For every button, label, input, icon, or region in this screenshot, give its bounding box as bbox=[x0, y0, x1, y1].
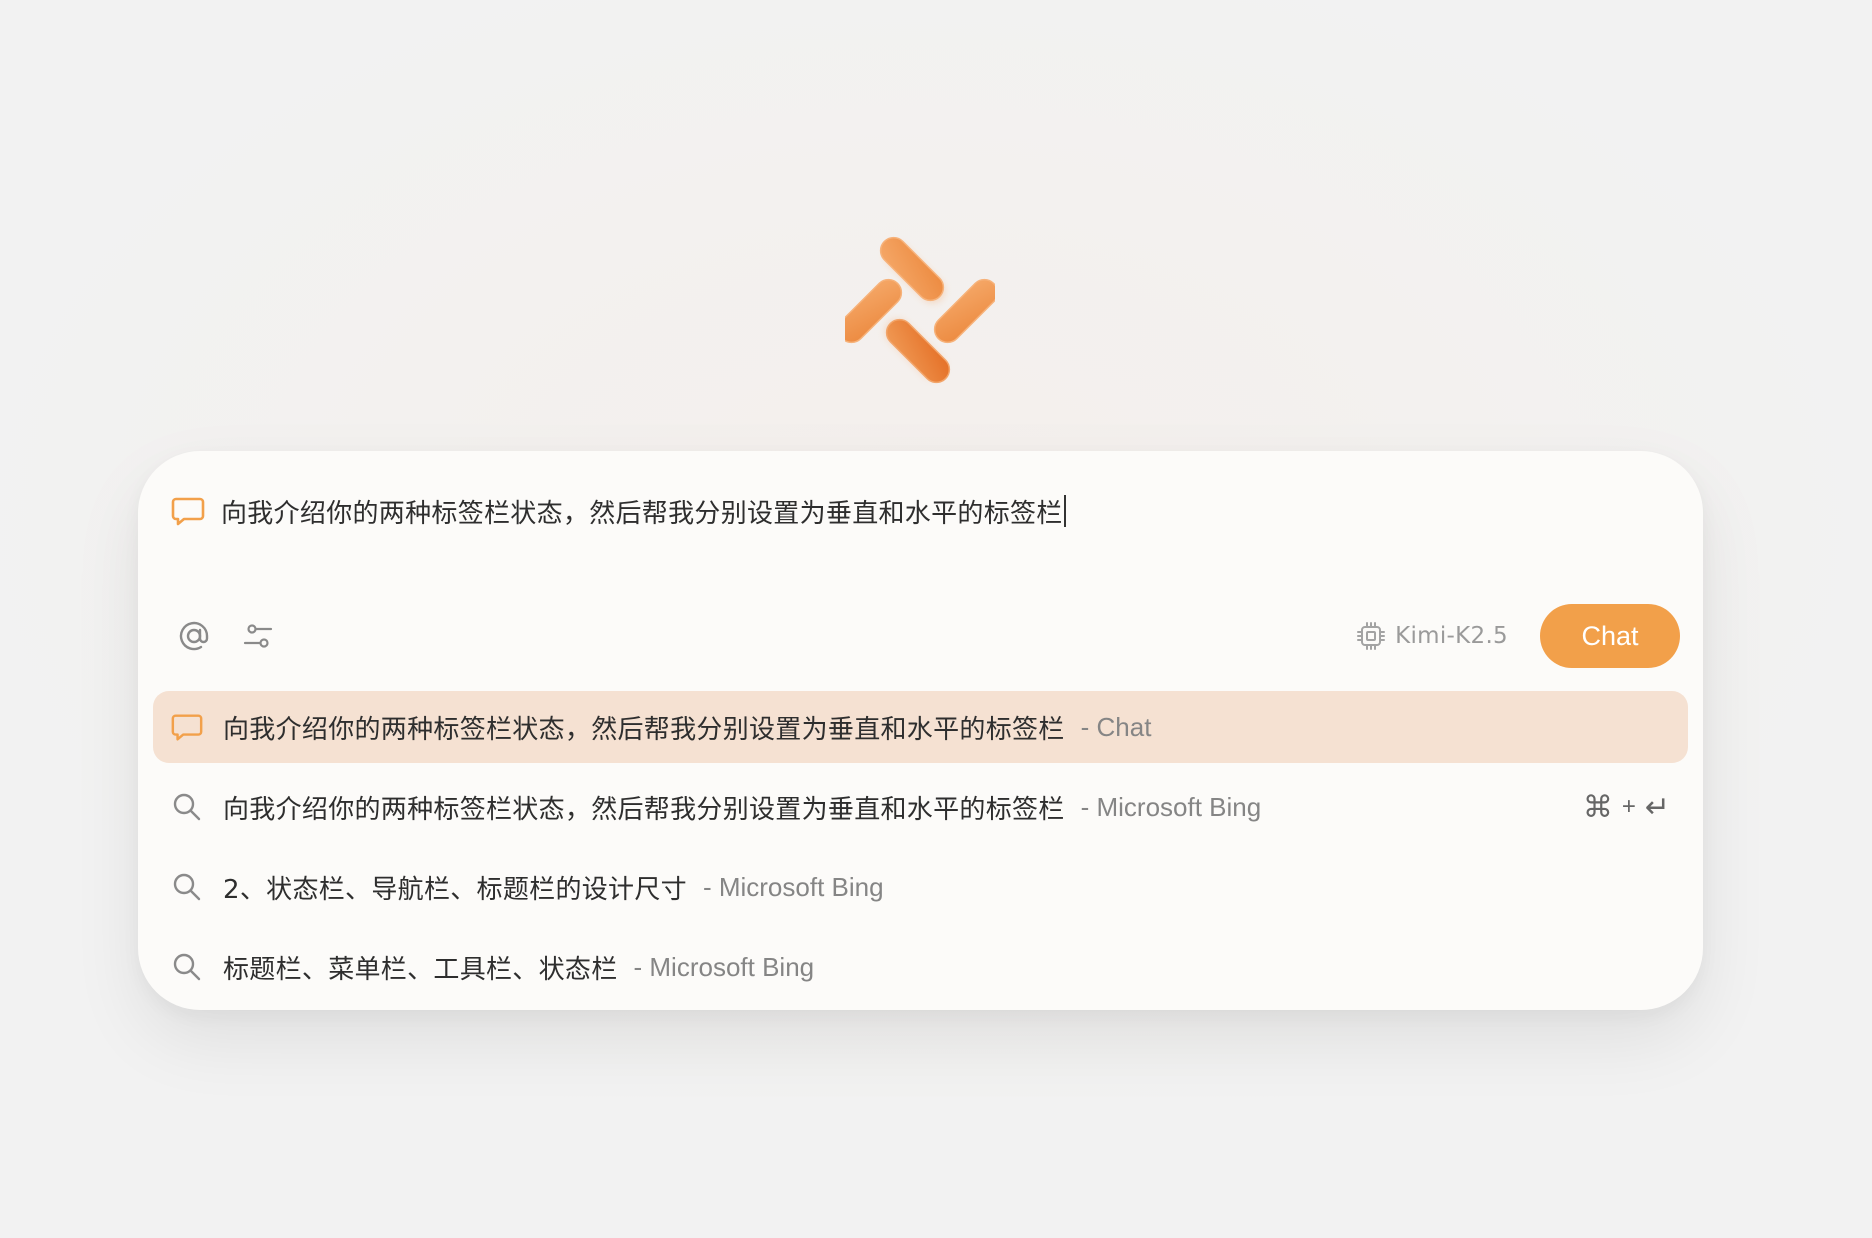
mention-button[interactable] bbox=[174, 616, 214, 656]
suggestion-text: 向我介绍你的两种标签栏状态，然后帮我分别设置为垂直和水平的标签栏 bbox=[223, 714, 1065, 745]
text-caret bbox=[1063, 495, 1066, 527]
search-icon bbox=[173, 873, 201, 901]
search-icon bbox=[173, 953, 201, 981]
chat-bubble-icon bbox=[171, 714, 203, 741]
model-selector[interactable]: Kimi-K2.5 bbox=[1355, 620, 1508, 652]
suggestion-item-chat[interactable]: 向我介绍你的两种标签栏状态，然后帮我分别设置为垂直和水平的标签栏 - Chat bbox=[153, 691, 1688, 763]
at-icon bbox=[179, 621, 209, 651]
command-panel: 向我介绍你的两种标签栏状态，然后帮我分别设置为垂直和水平的标签栏 Kimi-K2… bbox=[138, 451, 1703, 1010]
shortcut-plus: + bbox=[1621, 793, 1636, 820]
app-logo bbox=[837, 236, 999, 386]
suggestion-text: 2、状态栏、导航栏、标题栏的设计尺寸 bbox=[223, 874, 687, 905]
prompt-text[interactable]: 向我介绍你的两种标签栏状态，然后帮我分别设置为垂直和水平的标签栏 bbox=[221, 493, 1063, 530]
enter-key-icon: ↵ bbox=[1644, 789, 1670, 825]
suggestion-item-search[interactable]: 标题栏、菜单栏、工具栏、状态栏 - Microsoft Bing bbox=[153, 931, 1688, 1003]
chip-icon bbox=[1357, 622, 1386, 650]
suggestion-source: - Microsoft Bing bbox=[702, 871, 884, 902]
suggestion-source: - Chat bbox=[1080, 711, 1152, 742]
suggestion-text: 向我介绍你的两种标签栏状态，然后帮我分别设置为垂直和水平的标签栏 bbox=[223, 794, 1065, 825]
suggestion-source: - Microsoft Bing bbox=[633, 951, 815, 982]
command-key-icon: ⌘ bbox=[1582, 789, 1613, 825]
suggestion-text: 标题栏、菜单栏、工具栏、状态栏 bbox=[223, 954, 618, 985]
chat-button[interactable]: Chat bbox=[1540, 604, 1680, 668]
suggestion-list: 向我介绍你的两种标签栏状态，然后帮我分别设置为垂直和水平的标签栏 - Chat … bbox=[153, 691, 1688, 1011]
settings-button[interactable] bbox=[238, 616, 278, 656]
suggestion-item-search[interactable]: 向我介绍你的两种标签栏状态，然后帮我分别设置为垂直和水平的标签栏 - Micro… bbox=[153, 771, 1688, 843]
chat-bubble-icon bbox=[171, 497, 205, 526]
sliders-icon bbox=[243, 624, 273, 648]
input-toolbar: Kimi-K2.5 Chat bbox=[174, 604, 1680, 668]
prompt-input[interactable]: 向我介绍你的两种标签栏状态，然后帮我分别设置为垂直和水平的标签栏 bbox=[170, 489, 1663, 533]
model-label: Kimi-K2.5 bbox=[1395, 623, 1508, 649]
keyboard-shortcut: ⌘ + ↵ bbox=[1583, 790, 1670, 825]
suggestion-source: - Microsoft Bing bbox=[1080, 791, 1262, 822]
suggestion-item-search[interactable]: 2、状态栏、导航栏、标题栏的设计尺寸 - Microsoft Bing bbox=[153, 851, 1688, 923]
search-icon bbox=[173, 793, 201, 821]
